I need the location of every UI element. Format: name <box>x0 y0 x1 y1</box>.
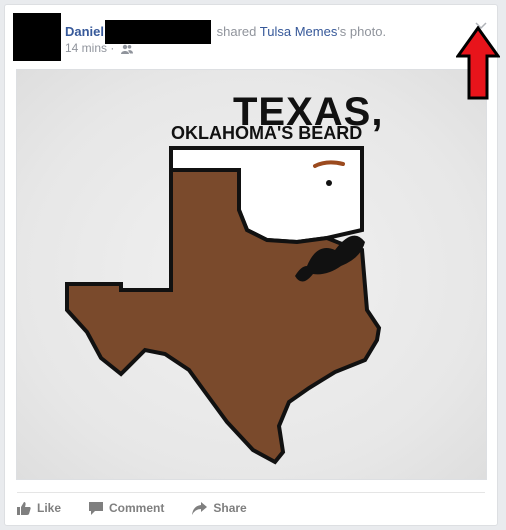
shared-text: shared <box>216 24 257 39</box>
feed-post-card: Daniel shared Tulsa Memes's photo. 14 mi… <box>4 4 498 526</box>
like-button[interactable]: Like <box>17 501 61 515</box>
post-meta: 14 mins · <box>65 41 133 57</box>
timestamp[interactable]: 14 mins <box>65 41 107 55</box>
red-arrow-annotation <box>455 25 501 105</box>
comment-label: Comment <box>109 501 165 515</box>
action-divider <box>17 492 485 493</box>
comment-button[interactable]: Comment <box>89 501 164 515</box>
texas-oklahoma-map <box>65 146 382 465</box>
separator: · <box>110 41 115 55</box>
avatar[interactable] <box>13 13 61 61</box>
photo-link[interactable]: 's photo. <box>337 24 386 39</box>
comment-icon <box>89 501 104 515</box>
friends-icon[interactable] <box>120 43 133 57</box>
thumbs-up-icon <box>17 501 31 515</box>
share-label: Share <box>213 501 247 515</box>
share-icon <box>192 501 208 515</box>
post-actions: Like Comment Share <box>17 501 275 515</box>
share-button[interactable]: Share <box>192 501 247 515</box>
eye-dot <box>326 180 332 186</box>
like-label: Like <box>37 501 62 515</box>
author-name[interactable]: Daniel <box>65 24 104 39</box>
page-link[interactable]: Tulsa Memes <box>260 24 338 39</box>
post-photo[interactable]: TEXAS, OKLAHOMA'S BEARD <box>16 69 487 480</box>
